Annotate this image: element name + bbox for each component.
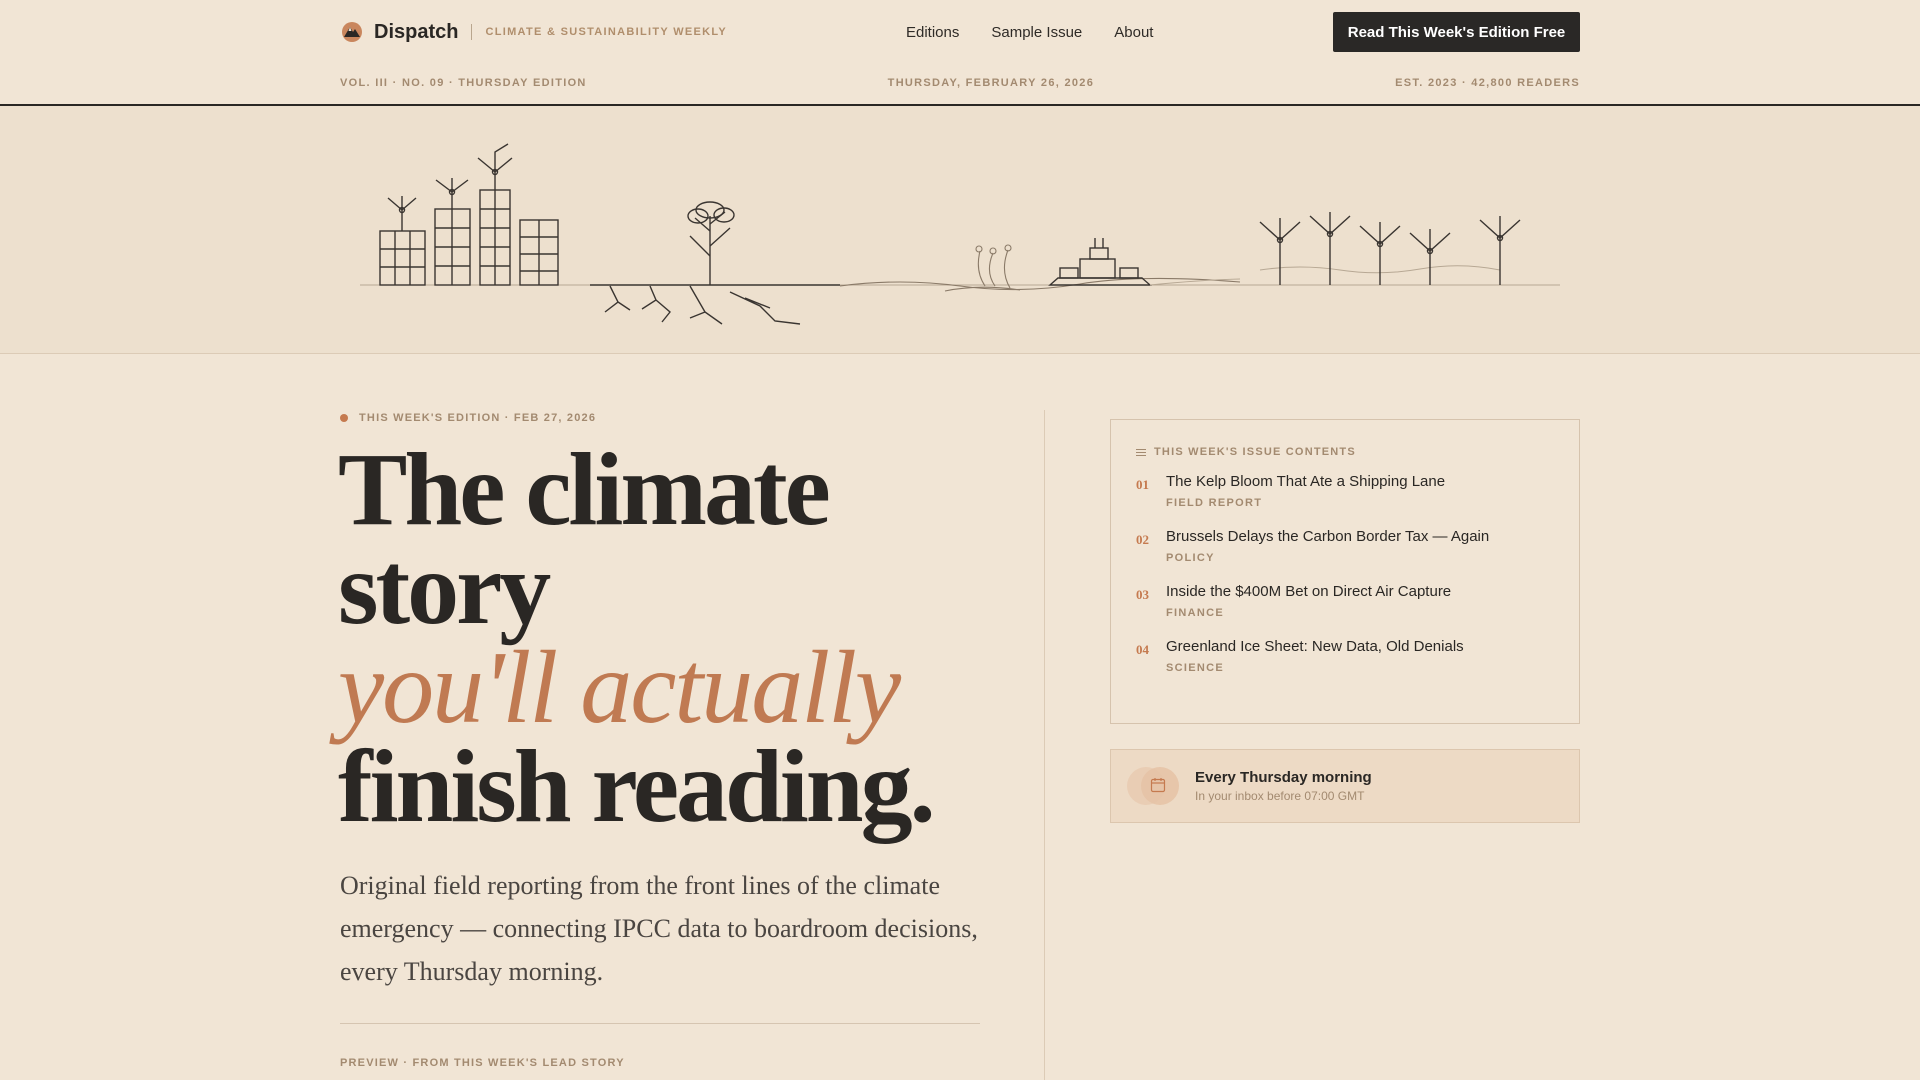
issue-contents-card: THIS WEEK'S ISSUE CONTENTS 01 The Kelp B… — [1110, 419, 1580, 724]
illustration-band — [0, 106, 1920, 354]
lede-divider — [340, 1023, 980, 1024]
item-category: SCIENCE — [1166, 662, 1224, 674]
item-title[interactable]: Inside the $400M Bet on Direct Air Captu… — [1166, 582, 1451, 602]
schedule-subtitle: In your inbox before 07:00 GMT — [1195, 789, 1365, 803]
schedule-title: Every Thursday morning — [1195, 769, 1372, 786]
read-edition-button[interactable]: Read This Week's Edition Free — [1333, 12, 1580, 52]
item-category: FIELD REPORT — [1166, 497, 1263, 509]
headline-line-1: The climate — [338, 432, 831, 547]
live-dot-icon — [340, 414, 348, 422]
nav-link-about[interactable]: About — [1114, 24, 1153, 41]
hero-headline: The climate story you'll actually finish… — [338, 432, 1058, 844]
calendar-badge — [1127, 765, 1183, 807]
tree-with-roots-icon — [590, 201, 840, 325]
top-nav: Dispatch CLIMATE & SUSTAINABILITY WEEKLY… — [340, 0, 1580, 64]
item-title[interactable]: Greenland Ice Sheet: New Data, Old Denia… — [1166, 637, 1464, 657]
brand-tagline: CLIMATE & SUSTAINABILITY WEEKLY — [485, 26, 728, 38]
brand[interactable]: Dispatch CLIMATE & SUSTAINABILITY WEEKLY — [340, 20, 727, 44]
issue-contents-header: THIS WEEK'S ISSUE CONTENTS — [1136, 446, 1555, 458]
nav-link-editions[interactable]: Editions — [906, 24, 959, 41]
edition-eyebrow: THIS WEEK'S EDITION · FEB 27, 2026 — [340, 412, 596, 424]
headline-line-4: finish reading. — [338, 729, 936, 844]
contents-item[interactable]: 01 The Kelp Bloom That Ate a Shipping La… — [1136, 472, 1555, 509]
delivery-schedule-card: Every Thursday morning In your inbox bef… — [1110, 749, 1580, 823]
preview-label: PREVIEW · FROM THIS WEEK'S LEAD STORY — [340, 1057, 625, 1069]
item-number: 04 — [1136, 642, 1149, 657]
readership-info: EST. 2023 · 42,800 READERS — [1395, 77, 1580, 89]
contents-item[interactable]: 04 Greenland Ice Sheet: New Data, Old De… — [1136, 637, 1555, 674]
contents-item[interactable]: 03 Inside the $400M Bet on Direct Air Ca… — [1136, 582, 1555, 619]
item-title[interactable]: The Kelp Bloom That Ate a Shipping Lane — [1166, 472, 1445, 492]
item-category: FINANCE — [1166, 607, 1224, 619]
edition-eyebrow-label: THIS WEEK'S EDITION · FEB 27, 2026 — [359, 412, 597, 424]
brand-name: Dispatch — [374, 20, 459, 43]
solar-buildings-icon — [379, 143, 559, 286]
ship-on-water-icon — [839, 244, 1241, 292]
headline-line-2: story — [338, 531, 551, 646]
volume-info: VOL. III · NO. 09 · THURSDAY EDITION — [340, 77, 587, 89]
issue-date: THURSDAY, FEBRUARY 26, 2026 — [887, 77, 1095, 89]
item-category: POLICY — [1166, 552, 1215, 564]
column-divider — [1044, 410, 1045, 1080]
headline-accent: you'll actually — [338, 630, 901, 745]
climate-landscape-illustration — [360, 143, 1560, 325]
masthead-strip: VOL. III · NO. 09 · THURSDAY EDITION THU… — [340, 74, 1580, 92]
wind-turbines-icon — [1259, 212, 1521, 285]
item-number: 03 — [1136, 587, 1149, 602]
contents-item[interactable]: 02 Brussels Delays the Carbon Border Tax… — [1136, 527, 1555, 564]
issue-contents-title: THIS WEEK'S ISSUE CONTENTS — [1154, 446, 1356, 458]
nav-link-sample-issue[interactable]: Sample Issue — [991, 24, 1082, 41]
item-number: 01 — [1136, 477, 1149, 492]
item-title[interactable]: Brussels Delays the Carbon Border Tax — … — [1166, 527, 1489, 547]
nav-links: Editions Sample Issue About — [906, 24, 1153, 41]
dispatch-logo-icon — [342, 22, 362, 42]
brand-divider — [471, 24, 473, 40]
hero-lede: Original field reporting from the front … — [340, 871, 978, 986]
list-icon — [1136, 447, 1146, 458]
item-number: 02 — [1136, 532, 1149, 547]
calendar-icon — [1150, 778, 1166, 793]
